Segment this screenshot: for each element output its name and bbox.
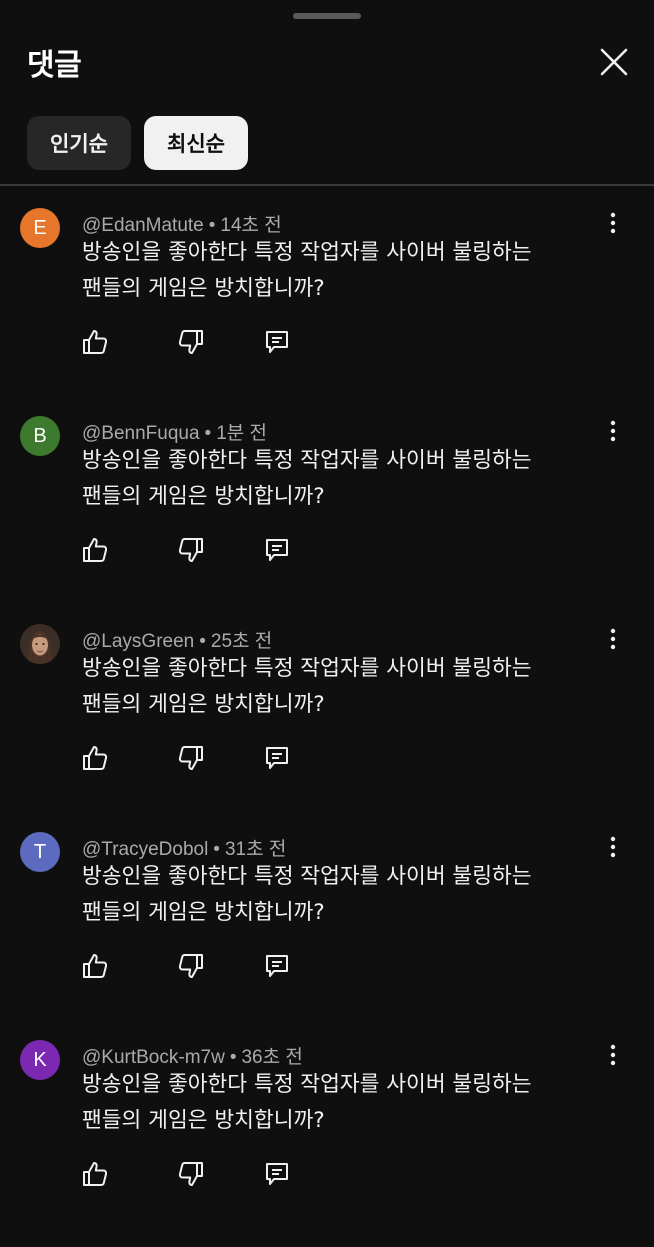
meta-separator: • [213, 839, 220, 860]
sort-chip-newest[interactable]: 최신순 [144, 116, 248, 170]
reply-icon [266, 1163, 288, 1185]
more-vert-icon [610, 212, 616, 234]
more-vert-icon [610, 628, 616, 650]
thumbs-down-icon [178, 954, 203, 978]
thumbs-down-icon [178, 1162, 203, 1186]
meta-separator: • [204, 423, 212, 444]
thumbs-down-icon [178, 330, 203, 354]
reply-icon [266, 539, 288, 561]
dislike-button[interactable] [177, 1160, 205, 1188]
reply-icon [266, 955, 288, 977]
comment-actions [81, 328, 291, 356]
like-button[interactable] [81, 328, 109, 356]
comment-author[interactable]: @KurtBock-m7w [82, 1047, 225, 1068]
more-vert-icon [610, 1044, 616, 1066]
reply-icon [266, 331, 288, 353]
comment-text: 방송인을 좋아한다 특정 작업자를 사이버 불링하는 팬들의 게임은 방치합니까… [82, 864, 532, 925]
avatar[interactable] [20, 624, 60, 664]
reply-button[interactable] [263, 328, 291, 356]
header-divider [0, 184, 654, 186]
sort-chip-popular[interactable]: 인기순 [27, 116, 131, 170]
reply-button[interactable] [263, 1160, 291, 1188]
comment-item: T @TracyeDobol • 31초 전 방송인을 좋아한다 특정 작업자를 사… [0, 832, 654, 1039]
comment-more-button[interactable] [598, 208, 628, 238]
comment-meta: @BennFuqua • 1분 전 [82, 418, 267, 445]
thumbs-up-icon [83, 330, 108, 354]
reply-button[interactable] [263, 744, 291, 772]
thumbs-up-icon [83, 954, 108, 978]
thumbs-down-icon [178, 746, 203, 770]
comment-time[interactable]: 25초 전 [211, 631, 272, 652]
thumbs-up-icon [83, 746, 108, 770]
comment-author[interactable]: @EdanMatute [82, 215, 204, 236]
comment-meta: @TracyeDobol • 31초 전 [82, 834, 286, 861]
like-button[interactable] [81, 536, 109, 564]
more-vert-icon [610, 420, 616, 442]
comment-time[interactable]: 31초 전 [225, 839, 286, 860]
like-button[interactable] [81, 1160, 109, 1188]
comment-more-button[interactable] [598, 416, 628, 446]
meta-separator: • [199, 631, 206, 652]
comment-actions [81, 952, 291, 980]
comment-text: 방송인을 좋아한다 특정 작업자를 사이버 불링하는 팬들의 게임은 방치합니까… [82, 448, 532, 509]
reply-button[interactable] [263, 952, 291, 980]
avatar-letter: T [33, 840, 47, 863]
comment-meta: @EdanMatute • 14초 전 [82, 210, 282, 237]
comment-more-button[interactable] [598, 832, 628, 862]
comments-header: 댓글 인기순 최신순 [0, 0, 654, 186]
avatar[interactable]: E [20, 208, 60, 248]
comment-actions [81, 536, 291, 564]
avatar-letter: E [33, 216, 47, 239]
comment-time[interactable]: 36초 전 [241, 1047, 302, 1068]
like-button[interactable] [81, 744, 109, 772]
comment-author[interactable]: @TracyeDobol [82, 839, 208, 860]
comment-author[interactable]: @LaysGreen [82, 631, 194, 652]
comment-author[interactable]: @BennFuqua [82, 423, 200, 444]
thumbs-down-icon [178, 538, 203, 562]
avatar[interactable]: B [20, 416, 60, 456]
comment-time[interactable]: 1분 전 [216, 423, 267, 444]
meta-separator: • [229, 1047, 237, 1068]
comment-time[interactable]: 14초 전 [220, 215, 281, 236]
dislike-button[interactable] [177, 536, 205, 564]
panel-title: 댓글 [27, 48, 82, 83]
reply-button[interactable] [263, 536, 291, 564]
comment-actions [81, 1160, 291, 1188]
comment-meta: @KurtBock-m7w • 36초 전 [82, 1042, 303, 1069]
comment-actions [81, 744, 291, 772]
thumbs-up-icon [83, 538, 108, 562]
comment-more-button[interactable] [598, 1040, 628, 1070]
comment-text: 방송인을 좋아한다 특정 작업자를 사이버 불링하는 팬들의 게임은 방치합니까… [82, 656, 532, 717]
avatar-letter: B [33, 424, 47, 447]
meta-separator: • [208, 215, 216, 236]
thumbs-up-icon [83, 1162, 108, 1186]
avatar[interactable]: K [20, 1040, 60, 1080]
close-icon [600, 48, 628, 76]
comment-text: 방송인을 좋아한다 특정 작업자를 사이버 불링하는 팬들의 게임은 방치합니까… [82, 1072, 532, 1133]
avatar-photo [20, 624, 60, 664]
comment-item: @LaysGreen • 25초 전 방송인을 좋아한다 특정 작업자를 사이버 불… [0, 624, 654, 831]
reply-icon [266, 747, 288, 769]
comment-item: B @BennFuqua • 1분 전 방송인을 좋아한다 특정 작업자를 사이버 … [0, 416, 654, 623]
comment-item: E @EdanMatute • 14초 전 방송인을 좋아한다 특정 작업자를 사이… [0, 208, 654, 415]
dislike-button[interactable] [177, 744, 205, 772]
sort-chips: 인기순 최신순 [27, 116, 248, 170]
avatar[interactable]: T [20, 832, 60, 872]
avatar-letter: K [33, 1048, 47, 1071]
dislike-button[interactable] [177, 952, 205, 980]
comment-text: 방송인을 좋아한다 특정 작업자를 사이버 불링하는 팬들의 게임은 방치합니까… [82, 240, 532, 301]
close-button[interactable] [594, 42, 634, 82]
comment-more-button[interactable] [598, 624, 628, 654]
comment-item: K @KurtBock-m7w • 36초 전 방송인을 좋아한다 특정 작업자를 … [0, 1040, 654, 1247]
comment-meta: @LaysGreen • 25초 전 [82, 626, 272, 653]
more-vert-icon [610, 836, 616, 858]
dislike-button[interactable] [177, 328, 205, 356]
like-button[interactable] [81, 952, 109, 980]
